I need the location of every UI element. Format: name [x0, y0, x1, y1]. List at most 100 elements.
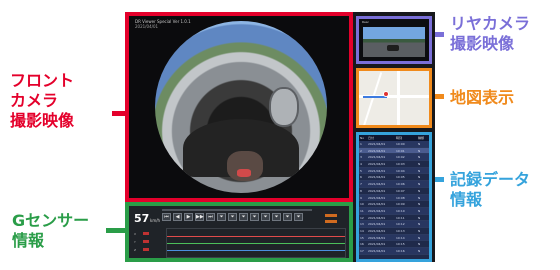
log-cell: N	[418, 215, 421, 220]
log-cell: 6	[360, 175, 362, 180]
axis-x-badge	[143, 232, 149, 235]
log-row[interactable]: 8 2021/04/01 10:07 N	[359, 188, 429, 195]
log-cell: 2021/04/01	[368, 142, 386, 146]
log-cell: 12	[360, 215, 364, 220]
log-row[interactable]: 1 2021/04/01 10:00 N	[359, 141, 429, 148]
tool-button[interactable]: ⏷	[272, 213, 281, 221]
log-cell: 10:06	[396, 182, 405, 187]
log-row[interactable]: 15 2021/04/01 10:14 N	[359, 234, 429, 242]
front-camera-panel: DR Viewer Special Ver 1.0.1 2021/04/01	[125, 12, 353, 202]
tool-button[interactable]: ⏷	[239, 213, 248, 221]
log-cell: 2021/04/01	[368, 249, 386, 253]
gsensor-connector	[106, 228, 126, 233]
log-row[interactable]: 10 2021/04/01 10:09 N	[359, 201, 429, 208]
axis-z-badge	[143, 248, 149, 251]
callout-line: カメラ	[10, 91, 59, 110]
tool-button[interactable]: ⏷	[250, 213, 259, 221]
log-row[interactable]: 16 2021/04/01 10:15 N	[359, 241, 429, 248]
log-cell: 10:16	[396, 249, 405, 253]
log-cell: N	[418, 235, 421, 240]
map-road	[361, 72, 383, 125]
seek-bar[interactable]	[162, 209, 312, 211]
rear-camera-video[interactable]	[363, 27, 425, 57]
callout-line: 情報	[450, 190, 483, 209]
log-row[interactable]: 2 2021/04/01 10:01 N	[359, 147, 429, 155]
log-cell: 10:11	[396, 215, 405, 220]
log-cell: 2021/04/01	[368, 228, 386, 233]
log-cell: 2021/04/01	[368, 195, 386, 200]
log-cell: N	[418, 202, 421, 207]
log-cell: N	[418, 168, 421, 173]
callout-line: リヤカメラ	[450, 14, 531, 33]
log-cell: 2021/04/01	[368, 148, 386, 153]
tool-button[interactable]: ⏷	[294, 213, 303, 221]
log-cell: 2021/04/01	[368, 222, 386, 227]
step-back-button[interactable]: ◀	[173, 213, 182, 221]
brightness-slider[interactable]	[325, 220, 337, 223]
log-cell: 2021/04/01	[368, 155, 386, 160]
log-cell: 10:15	[396, 242, 405, 247]
log-cell: 14	[360, 228, 364, 233]
log-cell: N	[418, 208, 421, 213]
skip-back-button[interactable]: ⏮	[162, 213, 171, 221]
log-cell: N	[418, 155, 421, 160]
log-row[interactable]: 17 2021/04/01 10:16 N	[359, 248, 429, 255]
map-road	[397, 71, 400, 125]
tool-button[interactable]: ⏷	[217, 213, 226, 221]
play-button[interactable]: ▶	[184, 213, 193, 221]
log-cell: 10:02	[396, 155, 405, 160]
log-panel: No 日付 時刻 種類 1 2021/04/01 10:00 N 2 2021/04/01…	[356, 132, 432, 262]
log-cell: 10:07	[396, 188, 405, 193]
map-callout: 地図表示	[450, 88, 514, 108]
log-row[interactable]: 14 2021/04/01 10:13 N	[359, 228, 429, 235]
log-cell: N	[418, 188, 421, 193]
axis-y-label: Y	[134, 240, 136, 244]
rear-camera-callout: リヤカメラ 撮影映像	[450, 14, 530, 54]
fast-forward-button[interactable]: ▶▶	[195, 213, 204, 221]
log-row[interactable]: 7 2021/04/01 10:06 N	[359, 181, 429, 188]
tool-button[interactable]: ⏷	[228, 213, 237, 221]
skip-forward-button[interactable]: ⏭	[206, 213, 215, 221]
log-cell: 10:01	[396, 148, 405, 153]
log-cell: 10:03	[396, 162, 405, 167]
log-row[interactable]: 6 2021/04/01 10:05 N	[359, 174, 429, 182]
callout-line: 情報	[12, 231, 45, 250]
log-cell: 2021/04/01	[368, 202, 386, 207]
front-camera-video[interactable]	[155, 21, 327, 193]
log-row[interactable]: 12 2021/04/01 10:11 N	[359, 215, 429, 222]
speed-value: 57	[134, 212, 150, 225]
log-cell: 17	[360, 249, 364, 253]
log-cell: N	[418, 195, 421, 200]
log-row[interactable]: 5 2021/04/01 10:04 N	[359, 167, 429, 175]
log-cell: 10:08	[396, 195, 405, 200]
front-connector	[112, 111, 126, 116]
volume-slider[interactable]	[325, 214, 337, 217]
log-cell: 10:00	[396, 142, 405, 146]
log-cell: 10:13	[396, 228, 405, 233]
rear-camera-title: Rear	[362, 20, 369, 24]
log-cell: 3	[360, 155, 362, 160]
axis-x-label: X	[134, 232, 137, 236]
callout-line: 地図表示	[450, 88, 515, 107]
tool-button[interactable]: ⏷	[261, 213, 270, 221]
log-cell: N	[418, 162, 421, 167]
log-cell: N	[418, 228, 421, 233]
front-camera-callout: フロント カメラ 撮影映像	[10, 71, 74, 131]
log-row[interactable]: 4 2021/04/01 10:03 N	[359, 161, 429, 168]
app-subtitle: 2021/04/01	[135, 24, 159, 29]
log-cell: N	[418, 242, 421, 247]
gsensor-line-z	[167, 250, 345, 251]
hand-shape	[237, 169, 251, 177]
log-cell: 10:10	[396, 208, 405, 213]
log-cell: 10:05	[396, 175, 405, 180]
log-row[interactable]: 11 2021/04/01 10:10 N	[359, 207, 429, 215]
tool-button[interactable]: ⏷	[283, 213, 292, 221]
playback-controls: ⏮ ◀ ▶ ▶▶ ⏭ ⏷ ⏷ ⏷ ⏷ ⏷ ⏷ ⏷ ⏷	[162, 213, 303, 221]
log-cell: 8	[360, 188, 362, 193]
log-cell: 2021/04/01	[368, 215, 386, 220]
map-panel[interactable]	[356, 68, 432, 128]
log-row[interactable]: 3 2021/04/01 10:02 N	[359, 154, 429, 162]
log-cell: 11	[360, 208, 364, 213]
log-row[interactable]: 13 2021/04/01 10:12 N	[359, 221, 429, 228]
log-row[interactable]: 9 2021/04/01 10:08 N	[359, 194, 429, 202]
